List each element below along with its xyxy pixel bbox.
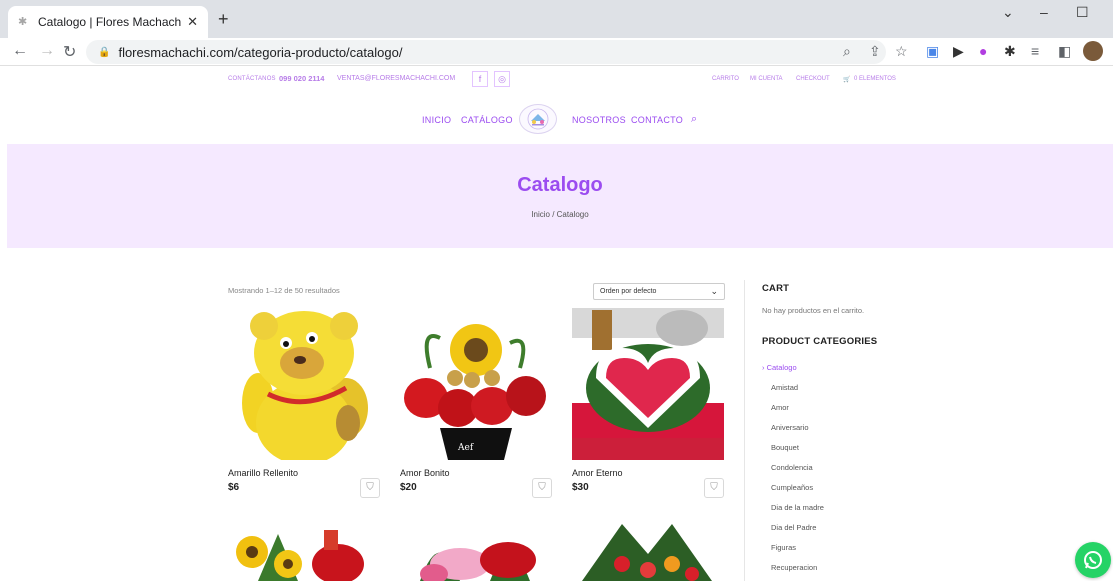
browser-tab[interactable]: ✱ Catalogo | Flores Machachi ✕ [8,6,208,38]
categories-heading: PRODUCT CATEGORIES [762,336,878,347]
email-link[interactable]: VENTAS@FLORESMACHACHI.COM [337,75,455,82]
back-icon[interactable]: ← [12,42,28,60]
category-recuperacion[interactable]: Recuperacion [771,563,817,572]
nav-inicio[interactable]: INICIO [422,115,451,125]
product-image-roses-sunflower[interactable]: Aef [400,308,552,460]
category-aniversario[interactable]: Aniversario [771,423,809,432]
zoom-icon[interactable]: ⌕ [843,43,851,60]
address-bar[interactable]: 🔒 floresmachachi.com/categoria-producto/… [86,40,886,64]
url-text: floresmachachi.com/categoria-producto/ca… [118,44,403,60]
product-card[interactable]: Aef Amor Bonito $20 ⛉ [400,308,552,498]
category-figuras[interactable]: Figuras [771,543,796,552]
svg-text:Aef: Aef [457,443,474,453]
product-card[interactable] [400,524,552,581]
category-label: Catalogo [766,363,797,372]
checkout-link[interactable]: CHECKOUT [796,76,830,82]
page-title: Catalogo [517,174,603,196]
tab-search-chevron-icon[interactable]: ⌄ [1002,4,1014,21]
browser-tabbar: ✱ Catalogo | Flores Machachi ✕ + ⌄ – ☐ [0,0,1113,38]
main-navigation: INICIO CATÁLOGO NOSOTROS CONTACTO ⌕ [0,104,1113,138]
category-condolencia[interactable]: Condolencia [771,463,813,472]
product-name[interactable]: Amarillo Rellenito [228,468,380,478]
extensions-puzzle-icon[interactable]: ✱ [1004,43,1016,60]
share-icon[interactable]: ⇪ [869,43,881,60]
browser-toolbar: ← → ↻ 🔒 floresmachachi.com/categoria-pro… [0,38,1113,66]
play-extension-icon[interactable]: ▶ [953,43,964,60]
add-to-cart-icon[interactable]: ⛉ [704,478,724,498]
orderby-select[interactable]: Orden por defecto ⌄ [593,283,725,300]
category-dia-de-la-madre[interactable]: Dia de la madre [771,503,824,512]
cart-items-count[interactable]: 0 ELEMENTOS [854,76,896,82]
whatsapp-chat-button[interactable] [1075,542,1111,578]
cart-bag-icon[interactable]: 🛒 [843,76,850,83]
tab-title: Catalogo | Flores Machachi [38,15,182,29]
flower-logo-icon [527,108,549,130]
page-header-banner: Catalogo Inicio / Catalogo [7,144,1113,248]
category-dia-del-padre[interactable]: Dia del Padre [771,523,816,532]
new-tab-icon[interactable]: + [218,9,229,30]
whatsapp-icon [1084,551,1102,569]
minimize-icon[interactable]: – [1040,4,1048,20]
add-to-cart-icon[interactable]: ⛉ [532,478,552,498]
profile-avatar[interactable] [1083,41,1103,61]
product-image-arrangement[interactable] [572,524,724,581]
category-cumpleanos[interactable]: Cumpleaños [771,483,813,492]
cart-widget-heading: CART [762,283,790,294]
close-tab-icon[interactable]: ✕ [187,14,198,30]
category-amor[interactable]: Amor [771,403,789,412]
phone-link[interactable]: 099 020 2114 [279,74,324,83]
result-count: Mostrando 1–12 de 50 resultados [228,286,340,295]
product-image-lilies[interactable] [400,524,552,581]
product-card[interactable]: Amor Eterno $30 ⛉ [572,308,724,498]
product-card[interactable] [228,524,380,581]
nav-contacto[interactable]: CONTACTO [631,115,683,125]
extension-circle-icon[interactable]: ● [979,43,987,59]
product-price: $30 [572,482,589,493]
product-image-heart-roses[interactable] [572,308,724,460]
chevron-down-icon: ⌄ [710,286,718,296]
reading-list-icon[interactable]: ≡ [1031,43,1039,59]
site-favicon-icon: ✱ [18,16,28,28]
product-name[interactable]: Amor Eterno [572,468,724,478]
orderby-value: Orden por defecto [600,288,657,295]
cart-link[interactable]: CARRITO [712,76,739,82]
product-price: $6 [228,482,240,493]
add-to-cart-icon[interactable]: ⛉ [360,478,380,498]
facebook-icon[interactable]: f [472,71,488,87]
account-link[interactable]: MI CUENTA [750,76,783,82]
cart-empty-message: No hay productos en el carrito. [762,306,865,315]
instagram-icon[interactable]: ◎ [494,71,510,87]
reload-icon[interactable]: ↻ [63,42,76,62]
lock-icon: 🔒 [98,46,111,58]
category-amistad[interactable]: Amistad [771,383,798,392]
nav-nosotros[interactable]: NOSOTROS [572,115,626,125]
category-bouquet[interactable]: Bouquet [771,443,799,452]
bookmark-star-icon[interactable]: ☆ [895,43,908,60]
product-card[interactable]: Amarillo Rellenito $6 ⛉ [228,308,380,498]
site-topbar: CONTÁCTANOS 099 020 2114 VENTAS@FLORESMA… [0,70,1113,92]
product-card[interactable] [572,524,724,581]
side-panel-icon[interactable]: ◧ [1058,43,1071,60]
forward-icon[interactable]: → [39,42,55,60]
product-name[interactable]: Amor Bonito [400,468,552,478]
product-image-teddy[interactable] [228,308,380,460]
nav-catalogo[interactable]: CATÁLOGO [461,115,513,125]
maximize-icon[interactable]: ☐ [1076,4,1089,21]
translate-extension-icon[interactable]: ▣ [926,43,939,60]
search-icon[interactable]: ⌕ [691,113,697,126]
breadcrumb[interactable]: Inicio / Catalogo [7,210,1113,219]
product-image-sunflowers[interactable] [228,524,380,581]
site-logo[interactable] [519,104,557,134]
shop-sidebar: CART No hay productos en el carrito. PRO… [744,280,944,581]
category-catalogo[interactable]: › Catalogo [762,363,797,372]
contact-label: CONTÁCTANOS [228,76,276,82]
product-price: $20 [400,482,417,493]
